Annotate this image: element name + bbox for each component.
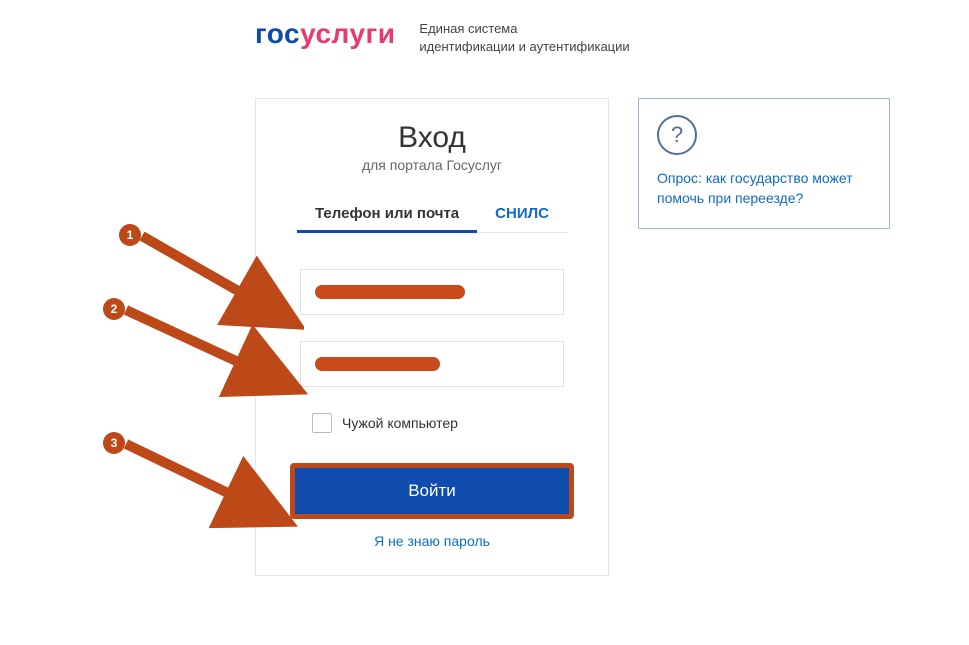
logo-text-uslugi: услуги: [300, 18, 395, 49]
login-title: Вход: [256, 121, 608, 155]
password-input[interactable]: [300, 341, 564, 387]
gosuslugi-logo: госуслуги: [255, 18, 395, 50]
tagline-line-1: Единая система: [419, 20, 629, 38]
question-icon: ?: [657, 115, 697, 155]
login-input[interactable]: [300, 269, 564, 315]
redacted-password-value: [315, 357, 440, 371]
tab-snils[interactable]: СНИЛС: [477, 199, 567, 233]
login-subtitle: для портала Госуслуг: [256, 157, 608, 173]
help-card: ? Опрос: как государство может помочь пр…: [638, 98, 890, 229]
annotation-badge-3: 3: [103, 432, 125, 454]
tab-phone-email[interactable]: Телефон или почта: [297, 199, 477, 233]
login-fields: [256, 269, 608, 387]
login-card: Вход для портала Госуслуг Телефон или по…: [255, 98, 609, 576]
login-tabs: Телефон или почта СНИЛС: [256, 199, 608, 233]
tagline-line-2: идентификации и аутентификации: [419, 38, 629, 56]
page-header: госуслуги Единая система идентификации и…: [255, 18, 630, 55]
foreign-computer-row: Чужой компьютер: [256, 413, 608, 433]
foreign-computer-checkbox[interactable]: [312, 413, 332, 433]
login-button[interactable]: Войти: [295, 468, 569, 514]
annotation-badge-2: 2: [103, 298, 125, 320]
logo-tagline: Единая система идентификации и аутентифи…: [419, 20, 629, 55]
logo-text-gos: гос: [255, 18, 300, 49]
forgot-password-link[interactable]: Я не знаю пароль: [374, 533, 490, 549]
login-button-highlight: Войти: [290, 463, 574, 519]
annotation-badge-1: 1: [119, 224, 141, 246]
help-link[interactable]: Опрос: как государство может помочь при …: [657, 169, 871, 208]
foreign-computer-label: Чужой компьютер: [342, 415, 458, 431]
redacted-login-value: [315, 285, 465, 299]
